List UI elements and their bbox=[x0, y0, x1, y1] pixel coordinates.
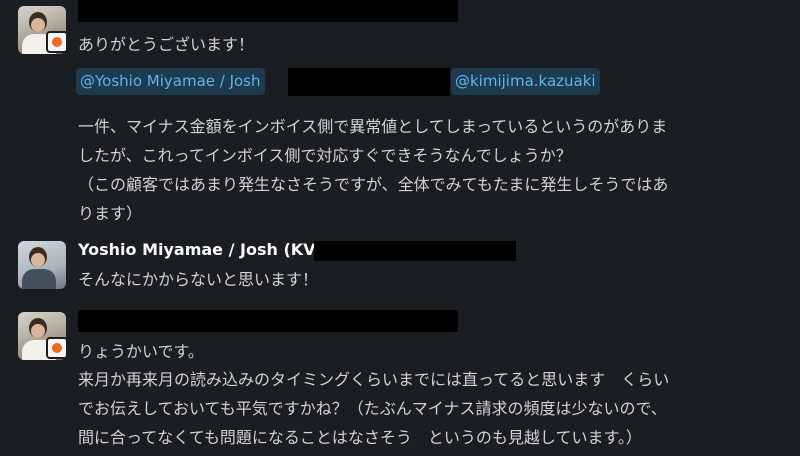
mention-yoshio[interactable]: @Yoshio Miyamae / Josh bbox=[76, 68, 265, 95]
message-line: 一件、マイナス金額をインボイス側で異常値としてしまっているというのがありま bbox=[78, 117, 668, 136]
message-line: でお伝えしておいても平気ですかね？（たぶんマイナス請求の頻度は少ないので、 bbox=[78, 399, 667, 418]
sender-avatar[interactable] bbox=[18, 241, 66, 289]
message-line: したが、これってインボイス側で対応すぐできそうなんでしょうか？ bbox=[78, 146, 572, 165]
message-line: そんなにかからないと思います！ bbox=[78, 270, 319, 289]
redacted-timestamp bbox=[314, 241, 516, 261]
app-badge-icon bbox=[46, 31, 68, 53]
message-line: 来月か再来月の読み込みのタイミングくらいまでには直ってると思います くらい bbox=[78, 370, 670, 389]
message-line: （この顧客ではあまり発生なさそうですが、全体でみてもたまに発生しそうではあ bbox=[78, 175, 669, 194]
sender-name[interactable]: Yoshio Miyamae / Josh (KV) bbox=[78, 240, 323, 259]
app-badge-icon bbox=[46, 337, 68, 359]
redacted-sender-name bbox=[78, 310, 458, 332]
message-line: 間に合ってなくても問題になることはなさそう というのも見越しています。） bbox=[78, 428, 642, 447]
message-line: りょうかいです。 bbox=[78, 342, 204, 361]
message-line: ります） bbox=[78, 204, 143, 223]
redacted-sender-name bbox=[78, 0, 458, 22]
mention-kimijima[interactable]: @kimijima.kazuaki bbox=[451, 68, 600, 95]
message-line: ありがとうございます！ bbox=[78, 35, 255, 54]
redacted-mention bbox=[288, 68, 450, 96]
